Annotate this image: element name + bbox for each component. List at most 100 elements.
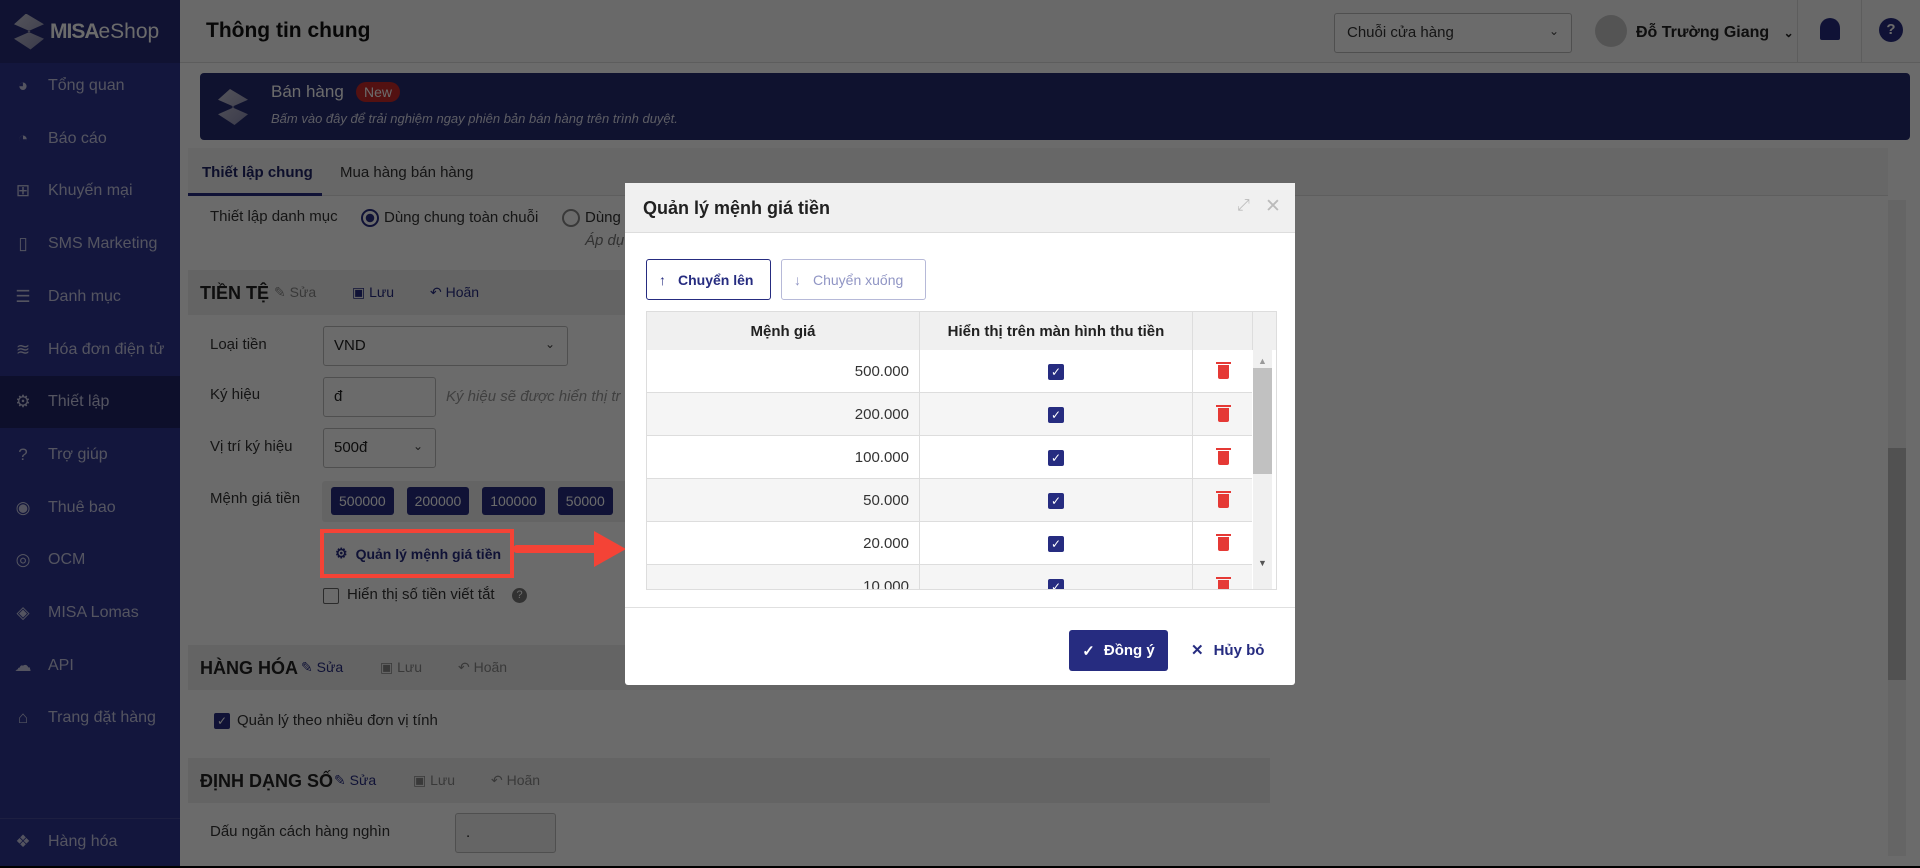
tab-general-settings[interactable]: Thiết lập chung	[202, 162, 313, 183]
abbreviation-checkbox[interactable]	[323, 588, 339, 604]
avatar[interactable]	[1595, 15, 1627, 47]
sidebar-item-thue-bao[interactable]: ◉ Thuê bao	[0, 482, 180, 534]
symbol-hint: Ký hiệu sẽ được hiển thị tr	[446, 388, 621, 405]
divider	[1861, 0, 1862, 63]
edit-button[interactable]: ✎ Sửa	[334, 772, 376, 789]
trash-icon[interactable]	[1215, 490, 1231, 508]
chain-select[interactable]: Chuỗi cửa hàng ⌄	[1334, 13, 1572, 53]
trash-icon[interactable]	[1215, 533, 1231, 551]
layers-icon: ◈	[16, 603, 30, 622]
sidebar-item-label: SMS Marketing	[48, 235, 158, 253]
trash-icon[interactable]	[1215, 447, 1231, 465]
column-header-denomination: Mệnh giá	[647, 312, 920, 350]
cloud-upload-icon: ☁	[14, 655, 32, 675]
denomination-chip[interactable]: 50000	[557, 487, 613, 515]
sidebar-item-thiet-lap[interactable]: ⚙ Thiết lập	[0, 376, 180, 429]
move-up-button[interactable]: ↑ Chuyển lên	[646, 259, 771, 300]
sidebar-item-label: OCM	[48, 551, 86, 569]
confirm-button[interactable]: ✓ Đồng ý	[1069, 630, 1168, 671]
sidebar-item-ocm[interactable]: ◎ OCM	[0, 534, 180, 586]
show-on-payment-checkbox[interactable]: ✓	[1048, 449, 1064, 466]
radio-label: Dùng	[585, 209, 621, 226]
sidebar-item-tong-quan[interactable]: ◕ Tổng quan	[0, 60, 180, 112]
table-row[interactable]: 50.000 ✓	[647, 479, 1252, 522]
logo[interactable]: MISA eShop	[0, 0, 180, 63]
bell-icon[interactable]	[1820, 18, 1840, 40]
currency-type-select[interactable]: VND ⌄	[323, 326, 568, 366]
denomination-table: Mệnh giá Hiển thị trên màn hình thu tiền…	[646, 311, 1277, 590]
cancel-button[interactable]: ↶ Hoãn	[430, 284, 479, 301]
save-button[interactable]: ▣ Lưu	[413, 772, 455, 789]
scrollbar-thumb	[1253, 368, 1272, 474]
help-icon[interactable]: ?	[512, 588, 527, 603]
edit-button[interactable]: ✎ Sửa	[274, 284, 316, 301]
close-icon[interactable]: ✕	[1265, 195, 1281, 218]
denomination-chip[interactable]: 100000	[482, 487, 545, 515]
symbol-input[interactable]: đ	[323, 377, 436, 417]
edit-button[interactable]: ✎ Sửa	[301, 659, 343, 676]
sidebar-item-label: Danh mục	[48, 287, 121, 305]
banner-title: Bán hàng	[271, 82, 344, 101]
currency-type-label: Loại tiền	[210, 336, 267, 353]
sidebar-item-misa-lomas[interactable]: ◈ MISA Lomas	[0, 587, 180, 639]
thousand-separator-input[interactable]: .	[455, 813, 556, 853]
sidebar-item-label: Báo cáo	[48, 129, 107, 147]
show-on-payment-checkbox[interactable]: ✓	[1048, 363, 1064, 380]
sidebar-item-label: API	[48, 656, 74, 674]
table-row[interactable]: 20.000 ✓	[647, 522, 1252, 565]
symbol-position-select[interactable]: 500đ ⌄	[323, 428, 436, 468]
annotation-arrow	[513, 545, 598, 553]
gear-icon: ⚙	[15, 392, 31, 412]
cancel-dialog-button[interactable]: ✕ Hủy bỏ	[1191, 641, 1264, 659]
sidebar-item-tro-giup[interactable]: ? Trợ giúp	[0, 429, 180, 481]
denomination-value: 10.000	[647, 565, 920, 589]
sidebar-item-sms-marketing[interactable]: ▯ SMS Marketing	[0, 218, 180, 270]
move-down-button[interactable]: ↓ Chuyển xuống	[781, 259, 926, 300]
help-icon[interactable]: ?	[1879, 18, 1903, 42]
sidebar-item-label: Thuê bao	[48, 498, 116, 516]
cancel-button[interactable]: ↶ Hoãn	[458, 659, 507, 676]
radio-per-store[interactable]	[562, 209, 580, 227]
radio-shared-chain[interactable]	[361, 209, 379, 227]
symbol-label: Ký hiệu	[210, 386, 261, 403]
trash-icon[interactable]	[1215, 404, 1231, 422]
sidebar-item-danh-muc[interactable]: ☰ Danh mục	[0, 271, 180, 323]
denomination-value: 200.000	[647, 393, 920, 436]
table-row[interactable]: 100.000 ✓	[647, 436, 1252, 479]
sidebar-item-hoa-don-dien-tu[interactable]: ≋ Hóa đơn điện tử	[0, 324, 180, 376]
show-on-payment-checkbox[interactable]: ✓	[1048, 492, 1064, 509]
table-scrollbar[interactable]: ▲ ▼	[1253, 350, 1272, 589]
show-on-payment-checkbox[interactable]: ✓	[1048, 406, 1064, 423]
sidebar-item-bao-cao[interactable]: ◔ Báo cáo	[0, 113, 180, 165]
trash-icon[interactable]	[1215, 576, 1231, 589]
column-header-show: Hiển thị trên màn hình thu tiền	[920, 312, 1193, 350]
maximize-icon[interactable]: ⤢	[1237, 197, 1250, 215]
table-row[interactable]: 500.000 ✓	[647, 350, 1252, 393]
column-header-spacer	[1253, 312, 1276, 350]
user-menu[interactable]: Đỗ Trường Giang ⌄	[1636, 24, 1794, 42]
tab-purchase-sales[interactable]: Mua hàng bán hàng	[340, 162, 473, 183]
multi-unit-checkbox[interactable]: ✓	[214, 713, 230, 729]
cancel-button[interactable]: ↶ Hoãn	[491, 772, 540, 789]
close-icon: ✕	[1191, 642, 1204, 659]
chevron-down-icon: ⌄	[1783, 26, 1794, 40]
gift-icon: ⊞	[15, 181, 31, 201]
sales-banner[interactable]: Bán hàng New Bấm vào đây để trải nghiệm …	[200, 73, 1910, 140]
sidebar-item-api[interactable]: ☁ API	[0, 640, 180, 692]
save-button[interactable]: ▣ Lưu	[380, 659, 422, 676]
table-row[interactable]: 200.000 ✓	[647, 393, 1252, 436]
show-on-payment-checkbox[interactable]: ✓	[1048, 535, 1064, 552]
denomination-chip[interactable]: 500000	[331, 487, 394, 515]
trash-icon[interactable]	[1215, 361, 1231, 379]
sidebar-item-label: Khuyến mại	[48, 182, 133, 200]
sidebar-item-khuyen-mai[interactable]: ⊞ Khuyến mại	[0, 165, 180, 217]
save-button[interactable]: ▣ Lưu	[352, 284, 394, 301]
denomination-value: 500.000	[647, 350, 920, 393]
sidebar-item-trang-dat-hang[interactable]: ⌂ Trang đặt hàng	[0, 692, 180, 744]
table-row[interactable]: 10.000 ✓	[647, 565, 1252, 589]
denomination-chip[interactable]: 200000	[406, 487, 470, 515]
show-on-payment-checkbox[interactable]: ✓	[1048, 578, 1064, 589]
symbol-position-label: Vị trí ký hiệu	[210, 438, 293, 455]
page-scrollbar[interactable]	[1888, 200, 1906, 856]
sidebar-item-hang-hoa[interactable]: ❖ Hàng hóa	[0, 816, 180, 868]
